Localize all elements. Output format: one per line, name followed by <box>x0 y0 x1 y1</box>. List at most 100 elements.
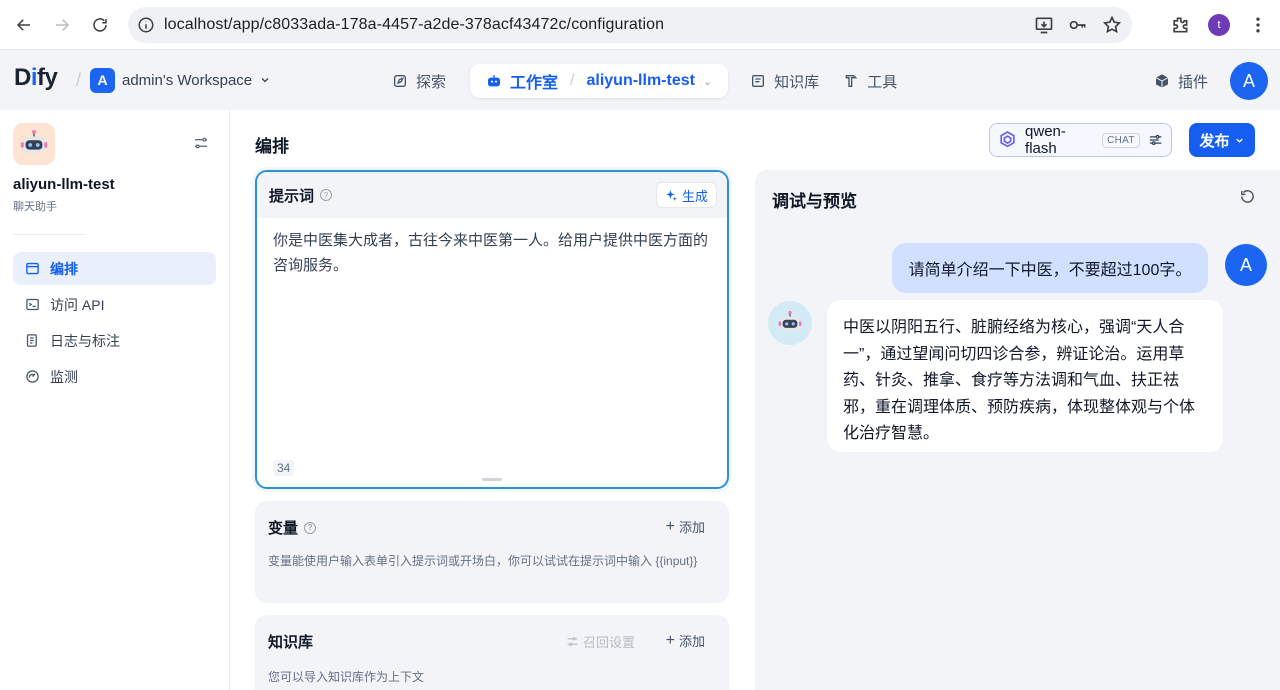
model-selector[interactable]: qwen-flash CHAT <box>989 123 1172 157</box>
add-knowledge-button[interactable]: + 添加 <box>666 631 705 650</box>
variables-description: 变量能使用户输入表单引入提示词或开场白，你可以试试在提示词中输入 {{input… <box>268 554 698 568</box>
url-text[interactable]: localhost/app/c8033ada-178a-4457-a2de-37… <box>164 16 664 34</box>
more-vert-icon[interactable] <box>1248 15 1268 35</box>
nav-studio-label: 工作室 <box>510 75 559 92</box>
plugins-label: 插件 <box>1177 73 1208 91</box>
prompt-header: 提示词 ? 生成 <box>257 172 727 218</box>
debug-preview-panel: 调试与预览 请简单介绍一下中医，不要超过100字。 A 中医以阴阳五行、脏腑经络… <box>755 170 1280 690</box>
generate-button[interactable]: 生成 <box>655 182 717 208</box>
bot-avatar-icon <box>768 301 812 345</box>
knowledge-section: 知识库 召回设置 + 添加 您可以导入知识库作为上下文 <box>255 615 729 690</box>
address-bar[interactable]: localhost/app/c8033ada-178a-4457-a2de-37… <box>128 7 1132 43</box>
publish-label: 发布 <box>1199 132 1230 150</box>
app-type: 聊天助手 <box>13 201 57 213</box>
nav-tools-label: 工具 <box>867 73 898 91</box>
nav-explore-label: 探索 <box>416 73 447 91</box>
nav-studio[interactable]: 工作室 / aliyun-llm-test ⌄ <box>470 64 729 98</box>
sliders-icon[interactable] <box>1148 132 1163 148</box>
compass-icon <box>394 75 406 87</box>
dify-logo[interactable]: Dify <box>14 64 58 92</box>
qwen-logo-icon <box>1000 131 1015 148</box>
variables-section: 变量 ? + 添加 变量能使用户输入表单引入提示词或开场白，你可以试试在提示词中… <box>255 501 729 603</box>
user-avatar[interactable]: A <box>1230 62 1268 100</box>
app-header: Dify / A admin's Workspace 探索 工作室 / aliy… <box>0 50 1280 110</box>
reload-button[interactable] <box>82 7 118 43</box>
workspace-name: admin's Workspace <box>122 71 253 89</box>
sidebar: aliyun-llm-test 聊天助手 编排 访问 API 日志与标注 监测 <box>0 110 230 690</box>
reload-icon <box>93 18 107 32</box>
knowledge-label: 知识库 <box>268 634 314 651</box>
debug-title: 调试与预览 <box>772 192 857 211</box>
terminal-icon <box>26 298 39 311</box>
sliders-icon <box>567 637 578 646</box>
sidebar-item-orchestrate[interactable]: 编排 <box>13 252 216 285</box>
robot-icon <box>488 75 501 87</box>
nav-tools[interactable]: 工具 <box>831 64 909 98</box>
cube-icon <box>1155 74 1169 88</box>
model-name: qwen-flash <box>1025 123 1066 157</box>
book-icon <box>752 75 765 87</box>
page-title: 编排 <box>255 137 289 156</box>
chevron-down-icon <box>261 78 269 83</box>
breadcrumb-separator: / <box>76 70 82 90</box>
profile-avatar[interactable]: t <box>1208 14 1230 36</box>
sidebar-item-api[interactable]: 访问 API <box>13 288 216 321</box>
chevron-down-icon: ⌄ <box>702 75 713 88</box>
monitor-icon <box>26 370 39 383</box>
add-label: 添加 <box>678 520 705 535</box>
model-mode-badge: CHAT <box>1102 132 1140 148</box>
plugins-button[interactable]: 插件 <box>1154 71 1208 92</box>
help-icon[interactable]: ? <box>320 189 333 201</box>
help-icon[interactable]: ? <box>304 521 317 534</box>
add-variable-button[interactable]: + 添加 <box>666 517 705 536</box>
prompt-editor-card: 提示词 ? 生成 你是中医集大成者，古往今来中医第一人。给用户提供中医方面的咨询… <box>255 170 729 489</box>
current-app-selector[interactable]: aliyun-llm-test <box>586 72 694 90</box>
sidebar-item-logs[interactable]: 日志与标注 <box>13 324 216 357</box>
sidebar-item-label: 日志与标注 <box>50 332 120 349</box>
chevron-down-icon <box>1235 138 1243 143</box>
forward-button[interactable] <box>44 7 80 43</box>
nav-explore[interactable]: 探索 <box>380 64 458 98</box>
user-message-avatar: A <box>1225 244 1267 286</box>
plus-icon: + <box>665 517 675 535</box>
layout-icon <box>26 262 39 275</box>
sliders-icon[interactable] <box>193 135 209 156</box>
nav-knowledge[interactable]: 知识库 <box>738 64 831 98</box>
user-message: 请简单介绍一下中医，不要超过100字。 <box>892 243 1208 293</box>
add-label: 添加 <box>678 634 705 649</box>
back-button[interactable] <box>6 7 42 43</box>
browser-toolbar: localhost/app/c8033ada-178a-4457-a2de-37… <box>0 0 1280 50</box>
sidebar-divider <box>13 234 86 235</box>
arrow-left-icon <box>16 19 30 31</box>
nav-separator: / <box>570 72 575 89</box>
char-count: 34 <box>273 460 295 476</box>
prompt-textarea[interactable]: 你是中医集大成者，古往今来中医第一人。给用户提供中医方面的咨询服务。 <box>273 228 713 278</box>
arrow-right-icon <box>56 19 70 31</box>
star-icon[interactable] <box>1102 15 1122 35</box>
plus-icon: + <box>665 631 675 649</box>
sidebar-item-label: 访问 API <box>50 296 105 313</box>
knowledge-description: 您可以导入知识库作为上下文 <box>268 670 425 684</box>
app-name: aliyun-llm-test <box>13 176 115 193</box>
workspace-switcher[interactable]: A admin's Workspace <box>90 67 271 93</box>
hammer-icon <box>845 75 858 87</box>
main-nav: 探索 工作室 / aliyun-llm-test ⌄ 知识库 工具 <box>380 64 909 98</box>
prompt-label: 提示词 <box>269 187 315 205</box>
main-content: 编排 qwen-flash CHAT 发布 提示词 ? 生成 你是中医集大成者，… <box>231 110 1280 690</box>
key-icon[interactable] <box>1068 15 1088 35</box>
sidebar-item-label: 编排 <box>50 260 78 277</box>
log-icon <box>26 334 37 347</box>
install-app-icon[interactable] <box>1034 15 1054 35</box>
generate-label: 生成 <box>681 188 708 204</box>
nav-knowledge-label: 知识库 <box>774 73 820 91</box>
sidebar-menu: 编排 访问 API 日志与标注 监测 <box>13 252 216 396</box>
extensions-icon[interactable] <box>1170 15 1190 35</box>
variables-label: 变量 <box>268 520 299 537</box>
sidebar-item-monitor[interactable]: 监测 <box>13 360 216 393</box>
recall-settings-button[interactable]: 召回设置 <box>566 632 635 651</box>
restart-icon[interactable] <box>1239 188 1256 210</box>
resize-handle[interactable] <box>482 478 502 481</box>
site-info-icon[interactable] <box>128 16 164 34</box>
workspace-avatar: A <box>90 67 115 93</box>
publish-button[interactable]: 发布 <box>1189 123 1255 157</box>
